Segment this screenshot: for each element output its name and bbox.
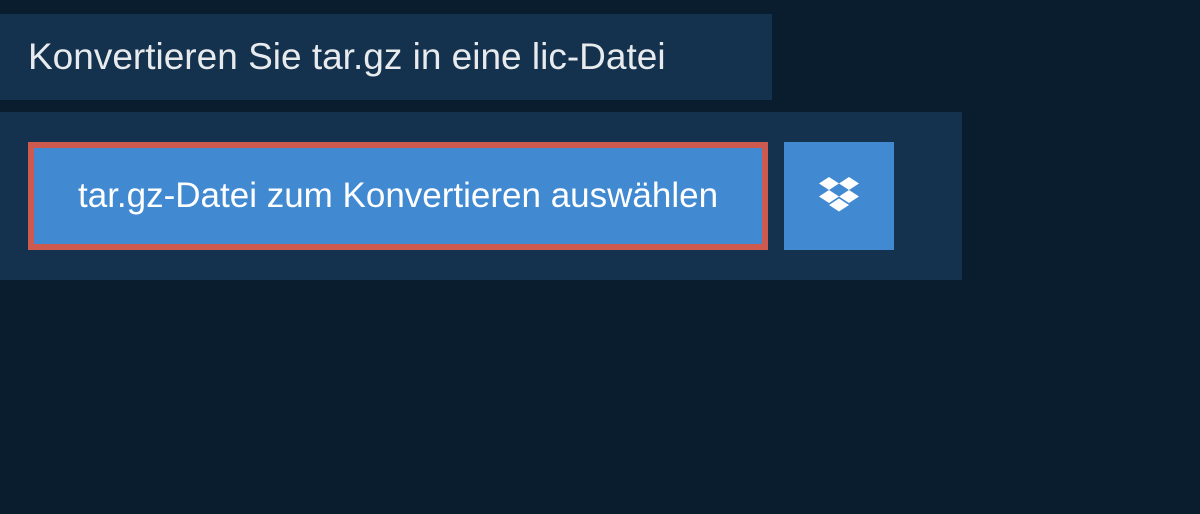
select-button-highlight: tar.gz-Datei zum Konvertieren auswählen — [28, 142, 768, 250]
upload-panel: tar.gz-Datei zum Konvertieren auswählen — [0, 112, 962, 280]
select-file-button[interactable]: tar.gz-Datei zum Konvertieren auswählen — [34, 148, 762, 244]
dropbox-icon — [819, 177, 859, 216]
dropbox-button[interactable] — [784, 142, 894, 250]
page-title: Konvertieren Sie tar.gz in eine lic-Date… — [28, 36, 744, 78]
header-bar: Konvertieren Sie tar.gz in eine lic-Date… — [0, 14, 772, 100]
